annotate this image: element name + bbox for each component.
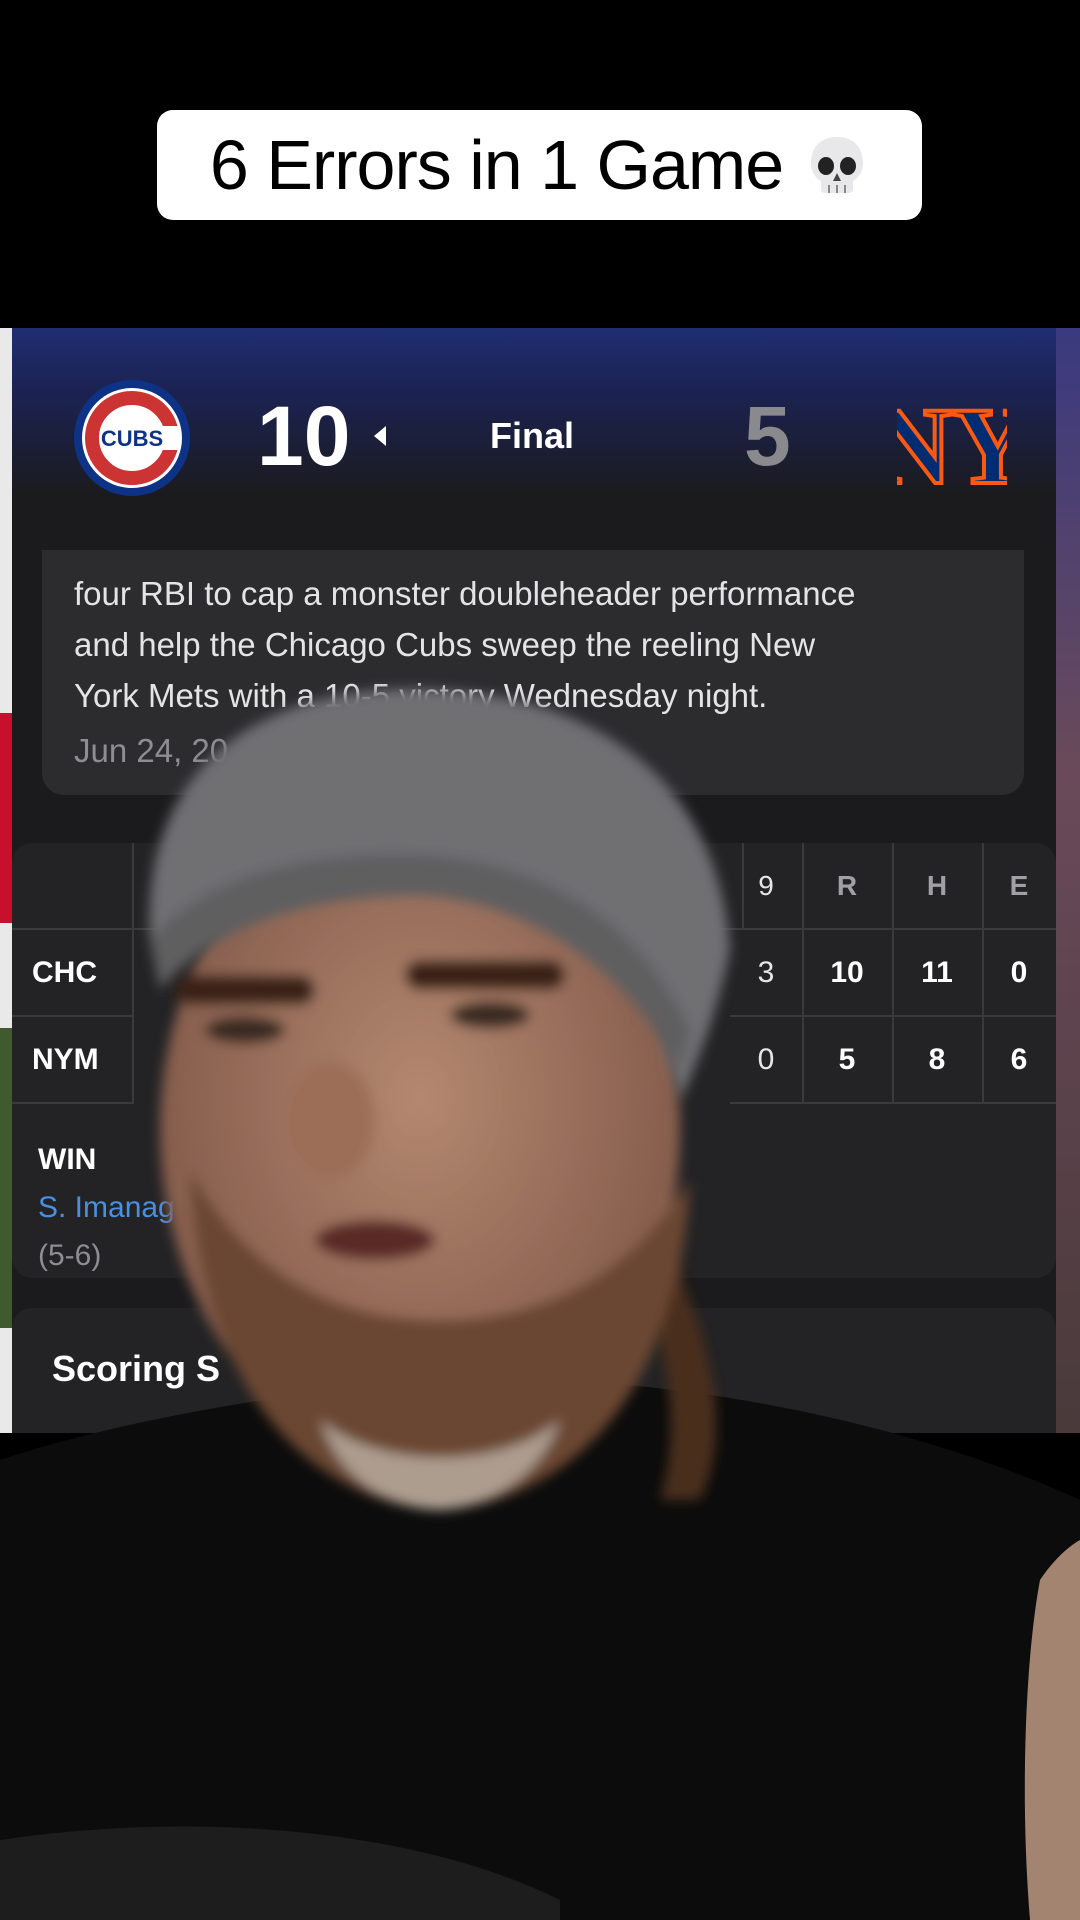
mets-logo-icon[interactable]: NY xyxy=(897,378,1007,503)
box-header-blank xyxy=(12,843,134,930)
caption-text: 6 Errors in 1 Game xyxy=(209,126,784,204)
background-page-edge-right xyxy=(1056,328,1080,1433)
team-abbr[interactable]: NYM xyxy=(12,1017,134,1104)
game-header: CUBS 10 Final 5 NY xyxy=(12,328,1056,553)
cubs-logo-icon[interactable]: CUBS xyxy=(72,378,192,498)
game-recap-card[interactable]: four RBI to cap a monster doubleheader p… xyxy=(42,550,1024,795)
background-page-edge xyxy=(0,328,12,1433)
win-pitcher-link[interactable]: S. Imanag xyxy=(38,1191,175,1225)
away-score: 10 xyxy=(257,389,351,483)
skull-emoji-icon xyxy=(805,133,869,197)
caption-banner: 6 Errors in 1 Game xyxy=(157,110,922,220)
winner-arrow-icon xyxy=(374,426,386,446)
runs-total: 5 xyxy=(802,1017,894,1104)
box-header-cell: H xyxy=(892,843,984,930)
runs-total: 10 xyxy=(802,930,894,1017)
game-status: Final xyxy=(490,415,575,456)
recap-line: and help the Chicago Cubs sweep the reel… xyxy=(74,626,816,663)
svg-text:NY: NY xyxy=(897,385,1007,503)
box-header-cell: E xyxy=(982,843,1056,930)
sports-app-screen: CUBS 10 Final 5 NY four RBI to cap a mon… xyxy=(0,328,1080,1433)
scoring-summary-title: Scoring S xyxy=(52,1348,221,1389)
box-header-cell: R xyxy=(802,843,894,930)
box-header-innings xyxy=(132,843,744,930)
recap-line: York Mets with a 10-5 victory Wednesday … xyxy=(74,677,768,714)
team-abbr[interactable]: CHC xyxy=(12,930,134,1017)
recap-date: Jun 24, 20 xyxy=(74,732,229,769)
scoring-summary-card[interactable]: Scoring S xyxy=(12,1308,1056,1433)
home-score: 5 xyxy=(744,389,791,483)
recap-text: four RBI to cap a monster doubleheader p… xyxy=(74,568,1014,721)
win-label: WIN xyxy=(38,1143,97,1176)
inning-score: 0 xyxy=(730,1017,804,1104)
errors-total: 6 xyxy=(982,1017,1056,1104)
win-pitcher-record: (5-6) xyxy=(38,1239,102,1272)
box-score: 9 R H E CHC 3 10 11 0 NYM 0 5 8 6 WIN S.… xyxy=(12,843,1056,1278)
hits-total: 8 xyxy=(892,1017,984,1104)
inning-score: 3 xyxy=(730,930,804,1017)
hits-total: 11 xyxy=(892,930,984,1017)
box-header-cell: 9 xyxy=(730,843,804,930)
errors-total: 0 xyxy=(982,930,1056,1017)
box-score-grid: 9 R H E CHC 3 10 11 0 NYM 0 5 8 6 xyxy=(12,843,1056,1104)
svg-text:CUBS: CUBS xyxy=(101,426,163,451)
recap-line: four RBI to cap a monster doubleheader p… xyxy=(74,575,856,612)
